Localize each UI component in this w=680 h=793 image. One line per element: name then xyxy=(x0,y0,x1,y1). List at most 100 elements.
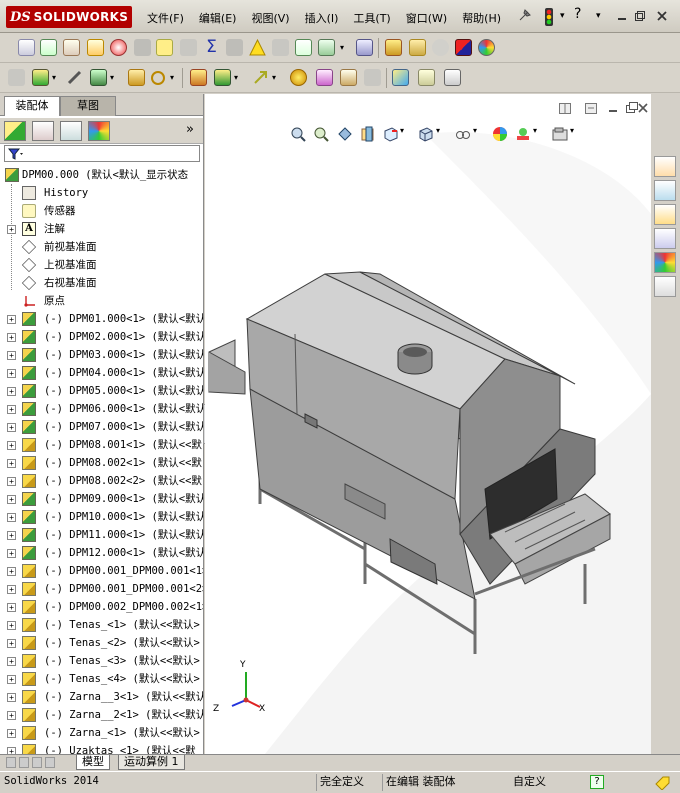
tab-model[interactable]: 模型 xyxy=(76,755,110,770)
mate-icon[interactable] xyxy=(66,69,83,86)
file-explorer-icon[interactable] xyxy=(654,204,676,225)
expand-node-icon[interactable]: + xyxy=(7,477,16,486)
expand-node-icon[interactable]: + xyxy=(7,441,16,450)
smart-fasteners-icon[interactable] xyxy=(128,69,145,86)
expand-node-icon[interactable]: + xyxy=(7,225,16,234)
tree-node[interactable]: + A 注解 xyxy=(0,220,203,238)
tree-node[interactable]: 前视基准面 xyxy=(0,238,203,256)
tree-node[interactable]: + (-) DPM03.000<1> (默认<默认 xyxy=(0,346,203,364)
tree-filter[interactable] xyxy=(4,145,200,162)
tab-sketch[interactable]: 草图 xyxy=(60,96,116,116)
tree-node[interactable]: + (-) Zarna__2<1> (默认<<默认 xyxy=(0,706,203,724)
tree-node[interactable]: + (-) DPM05.000<1> (默认<默认 xyxy=(0,382,203,400)
features-chevron-icon[interactable]: ▾ xyxy=(234,69,241,86)
compare-icon[interactable] xyxy=(295,39,312,56)
graphics-viewport[interactable]: ▾ ▾ ▾ ▾ ▾ Y X Z xyxy=(205,94,651,754)
new-motion-study-icon[interactable] xyxy=(290,69,307,86)
tree-node[interactable]: + (-) DPM02.000<1> (默认<默认 xyxy=(0,328,203,346)
tree-node[interactable]: + (-) DPM04.000<1> (默认<默认 xyxy=(0,364,203,382)
tree-node[interactable]: + (-) Tenas_<4> (默认<<默认> xyxy=(0,670,203,688)
expand-node-icon[interactable]: + xyxy=(7,333,16,342)
snapshot-icon[interactable] xyxy=(444,69,461,86)
tree-node[interactable]: + (-) Zarna_<1> (默认<<默认> xyxy=(0,724,203,742)
simulation-chevron-icon[interactable]: ▾ xyxy=(340,39,347,56)
spell-check-icon[interactable] xyxy=(18,39,35,56)
tab-last-icon[interactable] xyxy=(45,757,55,768)
tree-node[interactable]: + (-) DPM12.000<1> (默认<默认 xyxy=(0,544,203,562)
expand-node-icon[interactable]: + xyxy=(7,531,16,540)
appearances-scenes-icon[interactable] xyxy=(654,252,676,273)
bill-of-materials-icon[interactable] xyxy=(316,69,333,86)
expand-node-icon[interactable]: + xyxy=(7,747,16,754)
tree-node[interactable]: + (-) DPM09.000<1> (默认<默认 xyxy=(0,490,203,508)
tab-assembly[interactable]: 装配体 xyxy=(4,96,60,116)
sensor-toolbar-icon[interactable] xyxy=(226,39,243,56)
expand-node-icon[interactable]: + xyxy=(7,315,16,324)
section-properties-icon[interactable] xyxy=(87,39,104,56)
tree-node[interactable]: + (-) DPM11.000<1> (默认<默认 xyxy=(0,526,203,544)
tree-node[interactable]: + (-) DPM08.001<1> (默认<<默 xyxy=(0,436,203,454)
reference-chevron-icon[interactable]: ▾ xyxy=(272,69,279,86)
expand-node-icon[interactable]: + xyxy=(7,369,16,378)
warning-icon[interactable] xyxy=(249,38,266,56)
pattern-icon[interactable] xyxy=(90,69,107,86)
tree-node[interactable]: + (-) Uzaktas_<1> (默认<<默 xyxy=(0,742,203,754)
minimize-icon[interactable] xyxy=(616,10,628,26)
help-chevron-icon[interactable]: ▾ xyxy=(596,9,601,24)
menu-view[interactable]: 视图(V) xyxy=(251,10,289,26)
expand-node-icon[interactable]: + xyxy=(7,621,16,630)
move-chevron-icon[interactable]: ▾ xyxy=(170,69,177,86)
check-icon[interactable] xyxy=(110,39,127,56)
instant3d-icon[interactable] xyxy=(392,69,409,86)
close-icon[interactable] xyxy=(656,10,668,26)
tree-node[interactable]: + (-) DPM07.000<1> (默认<默认 xyxy=(0,418,203,436)
feature-manager-tab-icon[interactable] xyxy=(4,121,26,141)
tab-motion-study[interactable]: 运动算例 1 xyxy=(118,755,185,770)
simulation-icon[interactable] xyxy=(318,39,335,56)
appearance-icon[interactable] xyxy=(455,39,472,56)
configuration-manager-tab-icon[interactable] xyxy=(60,121,82,141)
table-icon[interactable] xyxy=(356,39,373,56)
design-library-icon[interactable] xyxy=(654,180,676,201)
mass-properties-icon[interactable] xyxy=(63,39,80,56)
photoview-icon[interactable] xyxy=(478,39,495,56)
move-component-icon[interactable] xyxy=(150,69,167,86)
status-units[interactable]: 自定义 xyxy=(510,774,558,791)
expand-node-icon[interactable]: + xyxy=(7,657,16,666)
expand-node-icon[interactable]: + xyxy=(7,459,16,468)
tree-node[interactable]: + (-) DPM00.001_DPM00.001<1> xyxy=(0,562,203,580)
show-hidden-icon[interactable] xyxy=(190,69,207,86)
tree-root[interactable]: DPM00.000 (默认<默认_显示状态 xyxy=(0,166,203,184)
expand-node-icon[interactable]: + xyxy=(7,495,16,504)
menu-tools[interactable]: 工具(T) xyxy=(353,10,390,26)
reference-geometry-icon[interactable] xyxy=(252,69,269,86)
property-manager-tab-icon[interactable] xyxy=(32,121,54,141)
disabled-check-icon[interactable] xyxy=(432,39,449,56)
custom-properties-icon[interactable] xyxy=(654,276,676,297)
expand-node-icon[interactable]: + xyxy=(7,693,16,702)
align-icon[interactable] xyxy=(272,39,289,56)
menu-help[interactable]: 帮助(H) xyxy=(462,10,501,26)
tree-node[interactable]: 传感器 xyxy=(0,202,203,220)
expand-node-icon[interactable]: + xyxy=(7,585,16,594)
tree-node[interactable]: + (-) DPM06.000<1> (默认<默认 xyxy=(0,400,203,418)
expand-node-icon[interactable]: + xyxy=(7,351,16,360)
tree-node[interactable]: + (-) DPM00.001_DPM00.001<2> xyxy=(0,580,203,598)
speedpak-icon[interactable] xyxy=(418,69,435,86)
machine-model[interactable] xyxy=(205,94,651,754)
expand-node-icon[interactable]: + xyxy=(7,423,16,432)
expand-node-icon[interactable]: + xyxy=(7,603,16,612)
assembly-features-icon[interactable] xyxy=(214,69,231,86)
restore-icon[interactable] xyxy=(634,10,646,26)
rebuild-light-icon[interactable] xyxy=(544,8,554,30)
menu-edit[interactable]: 编辑(E) xyxy=(199,10,237,26)
resources-icon[interactable] xyxy=(654,156,676,177)
tree-node[interactable]: + (-) DPM08.002<2> (默认<<默 xyxy=(0,472,203,490)
toolbox-icon[interactable] xyxy=(409,39,426,56)
pattern-chevron-icon[interactable]: ▾ xyxy=(110,69,117,86)
expand-node-icon[interactable]: + xyxy=(7,729,16,738)
tree-node[interactable]: + (-) Tenas_<1> (默认<<默认> xyxy=(0,616,203,634)
measure-icon[interactable] xyxy=(40,39,57,56)
expand-node-icon[interactable]: + xyxy=(7,549,16,558)
tree-node[interactable]: + (-) DPM08.002<1> (默认<<默 xyxy=(0,454,203,472)
